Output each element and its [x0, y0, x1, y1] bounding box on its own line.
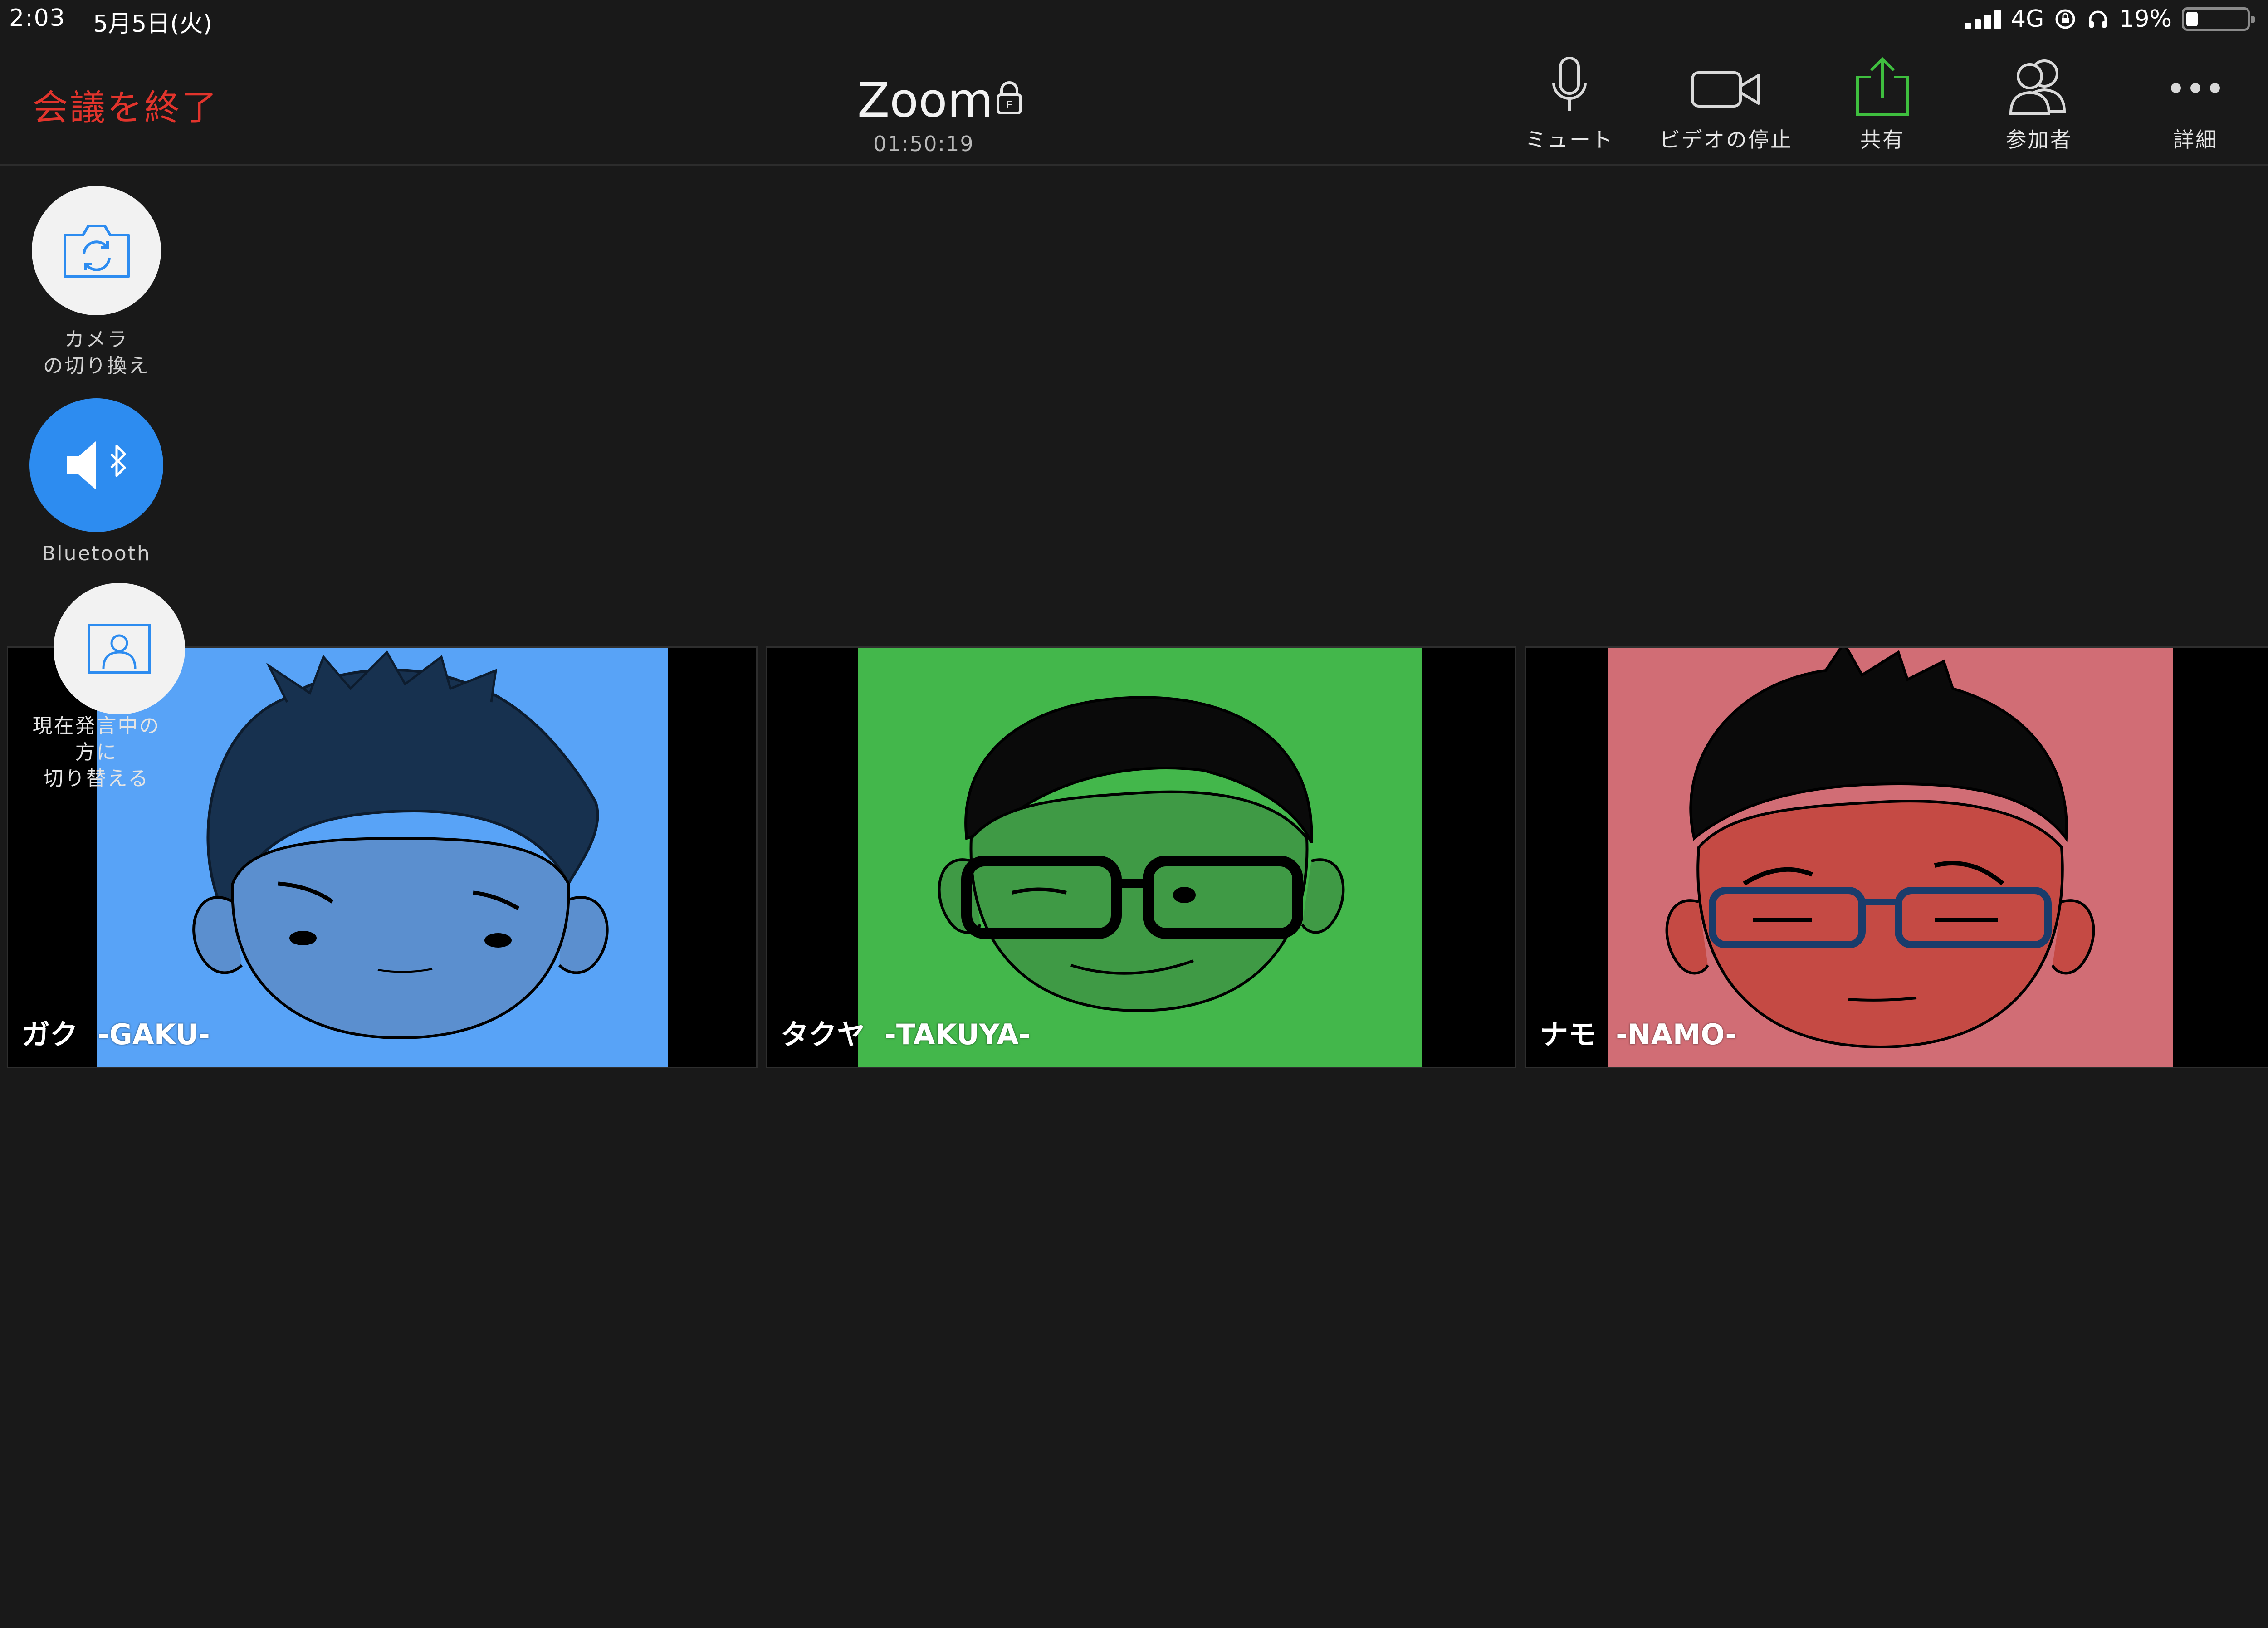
status-time: 2:03 [9, 5, 66, 32]
stop-video-label: ビデオの停止 [1659, 127, 1793, 152]
battery-percent: 19% [2119, 5, 2172, 33]
switch-camera-icon [63, 224, 130, 278]
bluetooth-speaker-icon [66, 441, 126, 489]
participants-button[interactable]: 参加者 [1964, 54, 2114, 159]
status-date: 5月5日(火) [93, 10, 212, 38]
meeting-timer: 01:50:19 [873, 132, 974, 156]
stop-video-button[interactable]: ビデオの停止 [1651, 54, 1801, 159]
more-label: 詳細 [2173, 127, 2218, 152]
battery-icon [2182, 7, 2255, 31]
lock-icon: E [997, 81, 1022, 114]
rotation-lock-icon [2055, 9, 2075, 29]
end-meeting-button[interactable]: 会議を終了 [33, 79, 219, 130]
video-tile-namo[interactable]: ナモ -NAMO- [1525, 646, 2268, 1068]
status-bar: 2:03 5月5日(火) 4G 19% [0, 0, 2268, 45]
switch-to-speaker-view-button[interactable] [54, 583, 185, 714]
microphone-icon [1552, 57, 1587, 111]
participant-avatar [1608, 648, 2173, 1067]
share-label: 共有 [1860, 127, 1905, 152]
video-camera-icon [1691, 71, 1760, 108]
video-tile-takuya[interactable]: タクヤ -TAKUYA- [766, 646, 1516, 1068]
svg-text:E: E [1006, 100, 1012, 111]
switch-camera-button[interactable] [32, 186, 161, 315]
share-icon [1856, 57, 1909, 116]
cellular-signal-icon [1965, 9, 2001, 29]
participant-avatar [97, 648, 668, 1067]
network-type: 4G [2011, 5, 2044, 33]
participants-label: 参加者 [2005, 127, 2072, 152]
meeting-title: Zoom [857, 73, 993, 128]
participant-name: タクヤ -TAKUYA- [781, 1018, 1031, 1051]
status-indicators: 4G 19% [1965, 5, 2255, 33]
participant-avatar [858, 648, 1422, 1067]
battery-fill [2186, 12, 2198, 26]
switch-camera-label: カメラ の切り換え [43, 328, 150, 377]
switch-to-speaker-view-label: 現在発言中の 方に 切り替える [32, 714, 161, 790]
mute-button[interactable]: ミュート [1495, 54, 1644, 159]
mute-label: ミュート [1525, 127, 1614, 152]
audio-output-button[interactable] [29, 398, 163, 532]
participants-icon [2009, 59, 2066, 115]
meeting-toolbar: 会議を終了 Zoom E 01:50:19 ミュート ビデオの停止 共有 参加者… [0, 45, 2268, 166]
more-icon [2171, 83, 2220, 93]
speaker-view-icon [88, 624, 151, 674]
audio-output-label: Bluetooth [42, 542, 151, 565]
participant-name: ガク -GAKU- [22, 1018, 210, 1051]
participant-name: ナモ -NAMO- [1540, 1018, 1737, 1051]
more-button[interactable]: 詳細 [2121, 54, 2268, 159]
share-button[interactable]: 共有 [1808, 54, 1957, 159]
headphones-icon [2089, 10, 2107, 28]
